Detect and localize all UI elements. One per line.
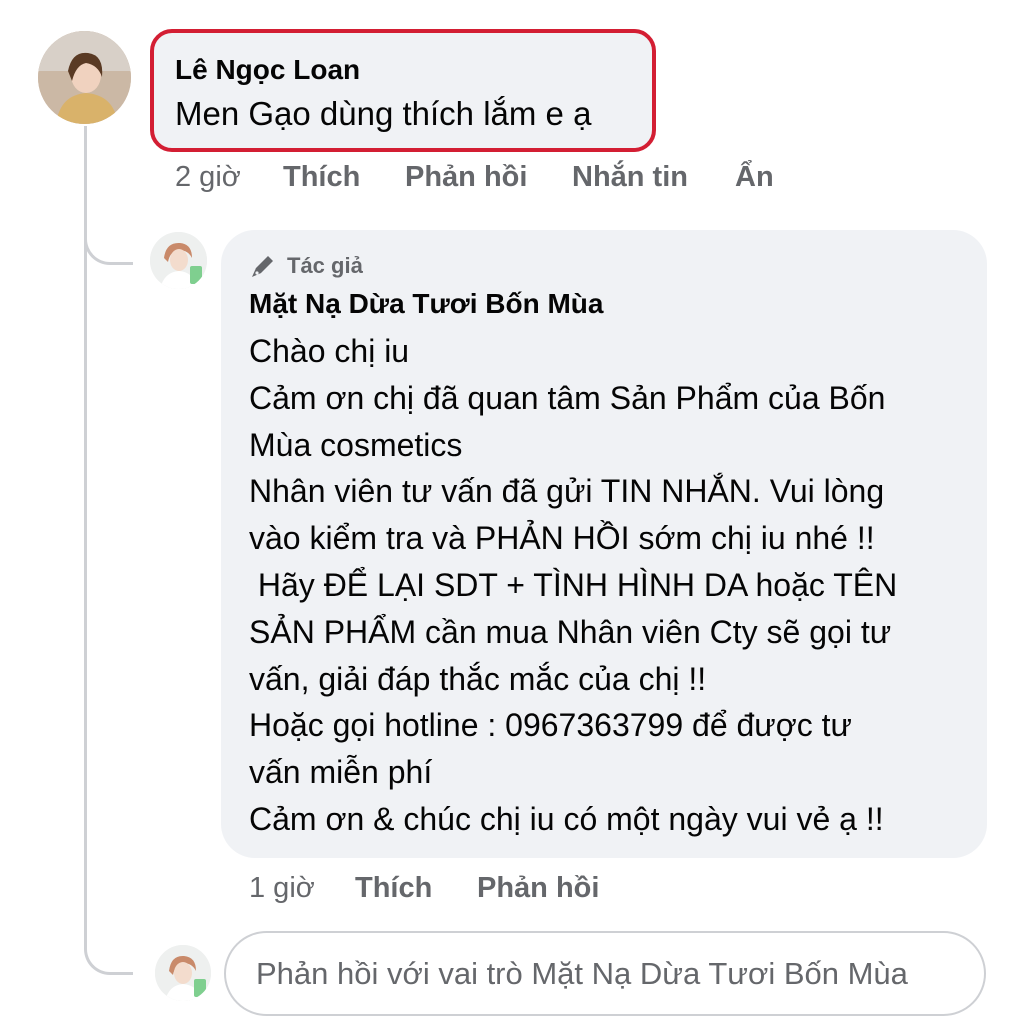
reply-reply-button[interactable]: Phản hồi [477, 872, 599, 905]
reply-line: vấn miễn phí [249, 754, 433, 791]
comment-author-name[interactable]: Lê Ngọc Loan [175, 54, 360, 86]
comment-timestamp[interactable]: 2 giờ [175, 161, 241, 194]
message-button[interactable]: Nhắn tin [572, 161, 688, 194]
reply-line: vào kiểm tra và PHẢN HỒI sớm chị iu nhé … [249, 520, 875, 557]
hide-button[interactable]: Ẩn [735, 161, 774, 194]
reply-line: Cảm ơn & chúc chị iu có một ngày vui vẻ … [249, 800, 884, 837]
reply-line: Chào chị iu [249, 333, 410, 369]
comment-meta-row: 2 giờ Thích Phản hồi Nhắn tin Ẩn [175, 161, 795, 201]
author-badge: Tác giả [249, 252, 363, 280]
comment-text: Men Gạo dùng thích lắm e ạ [175, 95, 592, 132]
reply-line: Nhân viên tư vấn đã gửi TIN NHẮN. Vui lò… [249, 473, 885, 510]
author-badge-label: Tác giả [287, 253, 363, 278]
reply-line: Mùa cosmetics [249, 426, 463, 463]
reply-line: Cảm ơn chị đã quan tâm Sản Phẩm của Bốn [249, 379, 886, 416]
reply-text: Chào chị iu Cảm ơn chị đã quan tâm Sản P… [249, 328, 979, 843]
like-button[interactable]: Thích [283, 161, 360, 194]
thread-branch-composer [84, 942, 133, 975]
reply-button[interactable]: Phản hồi [405, 161, 527, 194]
reply-input[interactable] [224, 931, 986, 1016]
reply-line: vấn, giải đáp thắc mắc của chị !! [249, 660, 707, 697]
reply-line: SẢN PHẨM cần mua Nhân viên Cty sẽ gọi tư [249, 613, 892, 650]
comment-bubble: Lê Ngọc Loan Men Gạo dùng thích lắm e ạ [150, 29, 656, 152]
reply-line: Hoặc gọi hotline : 0967363799 để được tư [249, 707, 852, 744]
reply-timestamp[interactable]: 1 giờ [249, 872, 315, 905]
composer-avatar [155, 945, 211, 1001]
commenter-avatar[interactable] [38, 31, 131, 124]
reply-bubble: Tác giả Mặt Nạ Dừa Tươi Bốn Mùa Chào chị… [221, 230, 987, 858]
reply-like-button[interactable]: Thích [355, 872, 432, 905]
reply-author-name[interactable]: Mặt Nạ Dừa Tươi Bốn Mùa [249, 288, 603, 320]
reply-meta-row: 1 giờ Thích Phản hồi [249, 872, 649, 912]
pen-icon [252, 256, 273, 277]
reply-line: Hãy ĐỂ LẠI SDT + TÌNH HÌNH DA hoặc TÊN [249, 566, 898, 603]
page-avatar[interactable] [150, 232, 207, 289]
thread-branch-reply [84, 232, 133, 265]
